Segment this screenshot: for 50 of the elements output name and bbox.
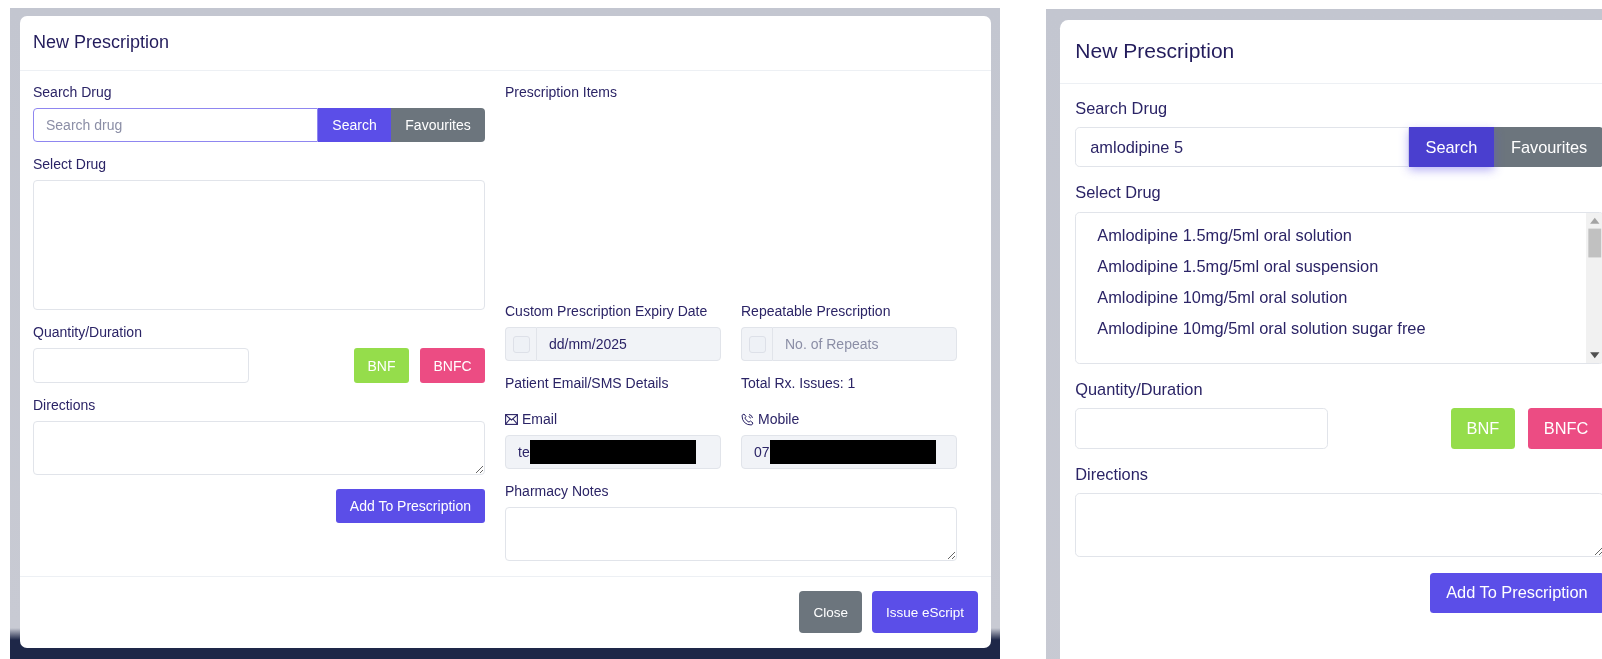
search-field[interactable]: Search drug [33, 108, 318, 142]
modal-title: New Prescription [33, 32, 170, 53]
phone-icon [741, 412, 754, 426]
field-label: Select Drug [1075, 183, 1161, 204]
drug-list[interactable] [33, 180, 485, 310]
add-to-prescription-button[interactable]: Add To Prescription [335, 489, 485, 523]
field-label: Repeatable Prescription [741, 303, 891, 320]
field-label: Quantity/Duration [1075, 380, 1203, 400]
field-label: Pharmacy Notes [505, 483, 609, 500]
search-field[interactable]: amlodipine 5 [1075, 127, 1409, 168]
drug-option[interactable]: Amlodipine 1.5mg/5ml oral suspension [1097, 256, 1602, 288]
drug-option[interactable]: Amlodipine 10mg/5ml oral solution [1097, 287, 1602, 319]
email-field[interactable]: te [505, 435, 721, 469]
modal-title: New Prescription [1075, 38, 1235, 64]
repeats-field[interactable]: No. of Repeats [772, 327, 957, 361]
section-label: Prescription Items [505, 84, 618, 101]
drug-option[interactable]: Amlodipine 10mg/5ml oral solution sugar free [1097, 318, 1602, 350]
add-to-prescription-button[interactable]: Add To Prescription [1429, 573, 1602, 613]
pharmacy-notes-field[interactable] [505, 507, 957, 561]
favourites-button[interactable]: Favourites [391, 108, 485, 142]
search-button[interactable]: Search [318, 108, 391, 142]
field-label: Search Drug [33, 84, 112, 101]
scrollbar[interactable] [1585, 212, 1602, 363]
field-label: Directions [1075, 465, 1148, 486]
field-label: Email [522, 411, 557, 427]
field-label: Mobile [758, 411, 800, 427]
quantity-field[interactable] [33, 348, 249, 383]
checkbox[interactable] [505, 327, 536, 361]
bnfc-button[interactable]: BNFC [1528, 408, 1602, 449]
field-label: Search Drug [1075, 99, 1168, 120]
close-button[interactable]: Close [799, 591, 862, 633]
field-label: Quantity/Duration [33, 324, 142, 341]
mobile-field[interactable]: 07 [741, 435, 957, 469]
envelope-icon [505, 413, 518, 425]
drug-list[interactable]: Amlodipine 1.5mg/5ml oral solution Amlodipine 1.5mg/5ml oral suspension Amlodipine 10mg/5ml oral solution Amlodipine 10mg/5ml oral solution sugar free [1075, 211, 1602, 364]
field-label: Custom Prescription Expiry Date [505, 303, 708, 320]
checkbox[interactable] [741, 327, 772, 361]
quantity-field[interactable] [1075, 408, 1328, 449]
field-label: Directions [33, 397, 96, 414]
favourites-button[interactable]: Favourites [1494, 127, 1602, 168]
section-label: Patient Email/SMS Details [505, 375, 669, 392]
directions-field[interactable] [1075, 493, 1602, 557]
drug-option[interactable]: Amlodipine 1.5mg/5ml oral solution [1097, 225, 1602, 257]
search-button[interactable]: Search [1408, 127, 1495, 168]
field-label: Select Drug [33, 156, 107, 173]
expiry-date-field[interactable]: dd/mm/2025 [536, 327, 721, 361]
issue-escript-button[interactable]: Issue eScript [871, 591, 978, 633]
directions-field[interactable] [33, 421, 485, 475]
bnfc-button[interactable]: BNFC [420, 348, 485, 383]
issues-count: Total Rx. Issues: 1 [741, 375, 856, 392]
